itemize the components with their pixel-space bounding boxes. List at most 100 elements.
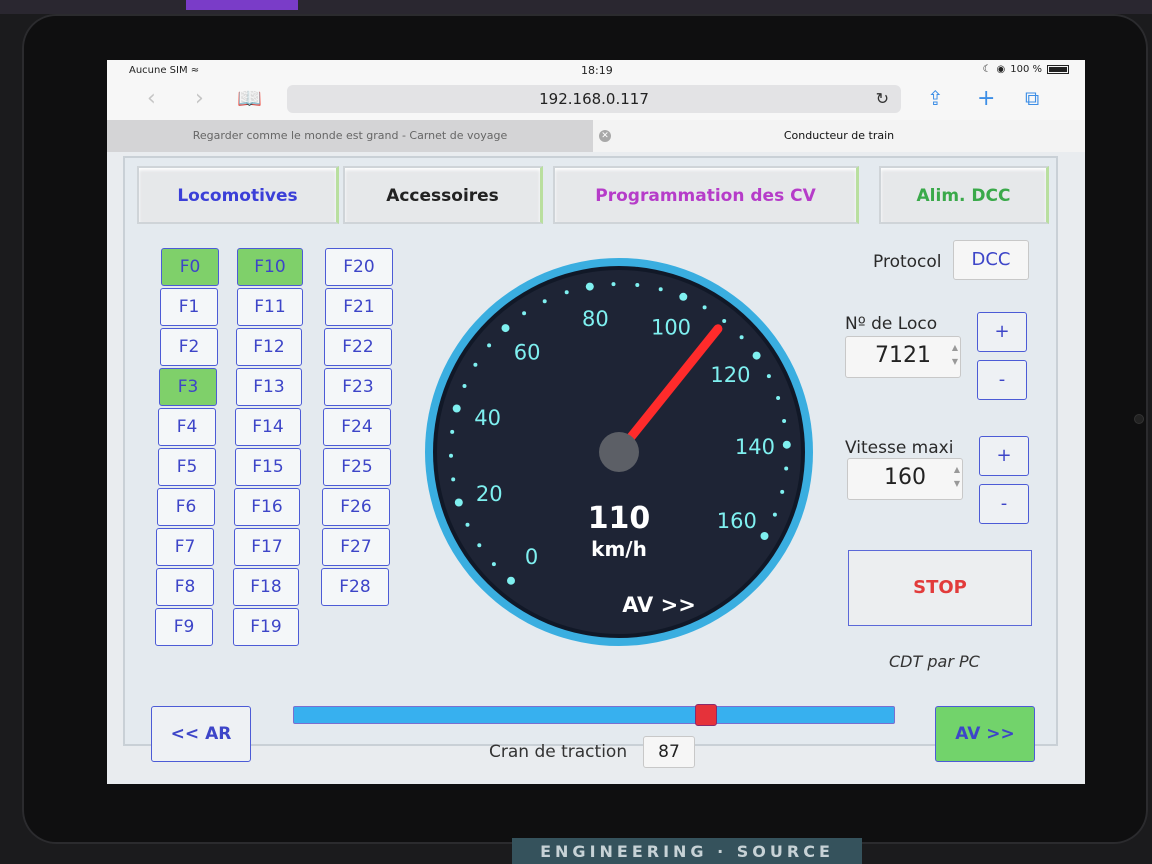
loco-number-input[interactable]: 7121 ▲ ▼	[845, 336, 961, 378]
function-button-f26[interactable]: F26	[322, 488, 390, 526]
function-button-f14[interactable]: F14	[235, 408, 301, 446]
background-sticker: ENGINEERING · SOURCE	[512, 838, 862, 864]
gauge-hub	[599, 432, 639, 472]
slider-thumb[interactable]	[695, 704, 718, 726]
reverse-button[interactable]: << AR	[151, 706, 251, 762]
loco-plus-button[interactable]: +	[977, 312, 1027, 352]
wifi-icon: ≈	[190, 65, 200, 76]
function-button-f9[interactable]: F9	[155, 608, 213, 646]
function-button-f2[interactable]: F2	[160, 328, 218, 366]
tab-programmation-cv[interactable]: Programmation des CV	[553, 166, 859, 224]
function-button-f10[interactable]: F10	[237, 248, 303, 286]
function-button-f13[interactable]: F13	[236, 368, 302, 406]
forward-button[interactable]: AV >>	[935, 706, 1035, 762]
browser-tab-inactive[interactable]: Regarder comme le monde est grand - Carn…	[107, 120, 593, 152]
function-button-f23[interactable]: F23	[324, 368, 392, 406]
plus-label: +	[994, 321, 1010, 342]
major-tick	[501, 324, 510, 333]
stop-button[interactable]: STOP	[848, 550, 1032, 626]
speed-unit: km/h	[591, 537, 647, 561]
vmax-input[interactable]: 160 ▲ ▼	[847, 458, 963, 500]
back-icon[interactable]: ‹	[147, 86, 156, 111]
function-button-f24[interactable]: F24	[323, 408, 391, 446]
tab-locomotives[interactable]: Locomotives	[137, 166, 339, 224]
minor-tick	[635, 283, 640, 287]
function-button-f27[interactable]: F27	[322, 528, 390, 566]
function-button-f25[interactable]: F25	[323, 448, 391, 486]
function-button-f8[interactable]: F8	[156, 568, 214, 606]
share-icon[interactable]: ⇪	[927, 86, 944, 110]
function-button-f17[interactable]: F17	[234, 528, 300, 566]
new-tab-icon[interactable]: +	[977, 86, 995, 111]
stop-label: STOP	[913, 577, 967, 598]
vmax-label: Vitesse maxi	[845, 438, 954, 458]
carrier-label: Aucune SIM ≈	[129, 65, 200, 76]
major-tick	[760, 532, 769, 540]
major-tick	[454, 498, 463, 507]
function-button-f1[interactable]: F1	[160, 288, 218, 326]
tab-label: Alim. DCC	[916, 186, 1011, 206]
function-button-f11[interactable]: F11	[237, 288, 303, 326]
scale-label-40: 40	[474, 406, 501, 430]
vmax-minus-button[interactable]: -	[979, 484, 1029, 524]
function-button-f6[interactable]: F6	[157, 488, 215, 526]
scale-label-80: 80	[582, 307, 609, 331]
function-button-f4[interactable]: F4	[158, 408, 216, 446]
background-strip	[0, 0, 1152, 14]
scale-label-140: 140	[735, 435, 775, 459]
cdt-caption: CDT par PC	[889, 652, 980, 671]
url-bar[interactable]: 192.168.0.117 ↻	[287, 85, 901, 113]
tab-title: Regarder comme le monde est grand - Carn…	[192, 129, 508, 142]
minor-tick	[542, 299, 547, 304]
function-button-f16[interactable]: F16	[234, 488, 300, 526]
protocol-label: Protocol	[873, 252, 942, 272]
minor-tick	[462, 384, 467, 388]
camera-icon	[1134, 414, 1144, 424]
function-button-f28[interactable]: F28	[321, 568, 389, 606]
minor-tick	[780, 489, 785, 494]
function-button-f21[interactable]: F21	[325, 288, 393, 326]
traction-slider[interactable]	[293, 704, 895, 726]
function-button-f19[interactable]: F19	[233, 608, 299, 646]
forward-icon[interactable]: ›	[195, 86, 204, 111]
function-button-f5[interactable]: F5	[158, 448, 216, 486]
minor-tick	[450, 429, 455, 434]
close-tab-icon[interactable]: ✕	[599, 130, 611, 142]
function-button-f22[interactable]: F22	[324, 328, 392, 366]
tab-title: Conducteur de train	[783, 129, 895, 142]
direction-indicator: AV >>	[622, 593, 696, 617]
minor-tick	[776, 396, 781, 400]
browser-tabs: Regarder comme le monde est grand - Carn…	[107, 120, 1085, 152]
minor-tick	[782, 419, 787, 423]
function-button-f7[interactable]: F7	[156, 528, 214, 566]
function-button-f18[interactable]: F18	[233, 568, 299, 606]
browser-tab-active[interactable]: ✕ Conducteur de train	[593, 120, 1085, 152]
major-tick	[452, 404, 461, 413]
function-button-f3[interactable]: F3	[159, 368, 217, 406]
spinner-icon[interactable]: ▲ ▼	[954, 463, 960, 491]
reload-icon[interactable]: ↻	[876, 85, 889, 113]
tab-alim-dcc[interactable]: Alim. DCC	[879, 166, 1049, 224]
bookmarks-icon[interactable]: 📖	[237, 86, 262, 110]
function-button-f12[interactable]: F12	[236, 328, 302, 366]
function-button-f0[interactable]: F0	[161, 248, 219, 286]
tabs-overview-icon[interactable]: ⧉	[1025, 86, 1039, 110]
scale-label-160: 160	[717, 509, 757, 533]
plus-label: +	[996, 445, 1012, 466]
protocol-value: DCC	[953, 240, 1029, 280]
scale-label-100: 100	[651, 315, 691, 339]
traction-step-label: Cran de traction	[489, 742, 628, 762]
battery-percent: 100 %	[1010, 64, 1042, 75]
function-button-f15[interactable]: F15	[235, 448, 301, 486]
scale-label-120: 120	[710, 363, 750, 387]
tab-accessoires[interactable]: Accessoires	[343, 166, 543, 224]
minor-tick	[772, 512, 777, 517]
battery-icon	[1047, 65, 1069, 74]
function-button-f20[interactable]: F20	[325, 248, 393, 286]
minor-tick	[611, 282, 616, 287]
loco-minus-button[interactable]: -	[977, 360, 1027, 400]
loco-number-value: 7121	[875, 343, 931, 368]
spinner-icon[interactable]: ▲ ▼	[952, 341, 958, 369]
minor-tick	[784, 466, 789, 471]
vmax-plus-button[interactable]: +	[979, 436, 1029, 476]
